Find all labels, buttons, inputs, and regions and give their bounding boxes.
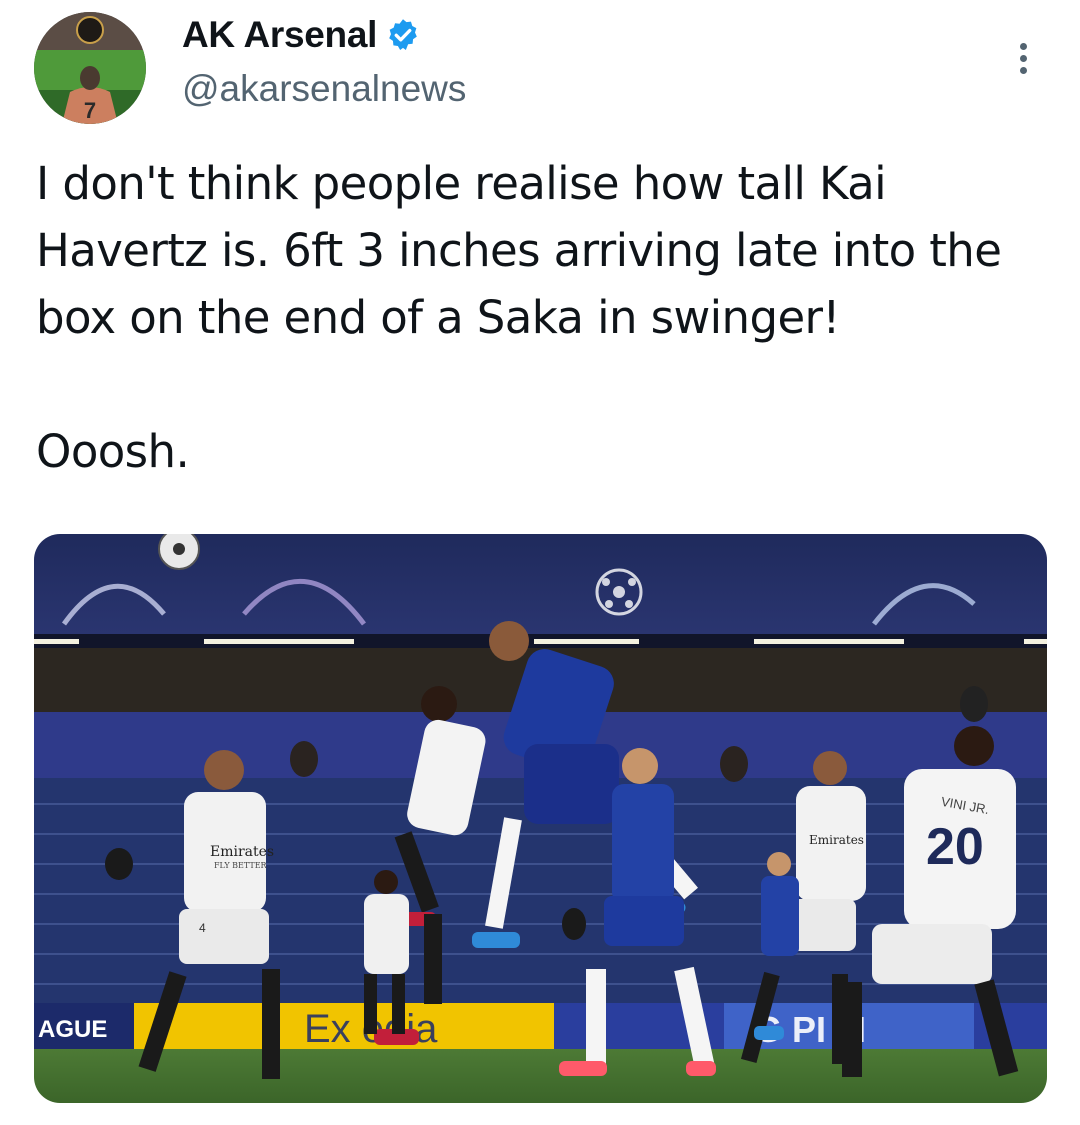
player-right-sponsor: Emirates bbox=[809, 833, 864, 847]
tweet-media-photo[interactable]: AGUE Ex edia G PI M Emirates FLY BETTER … bbox=[34, 534, 1047, 1103]
author-handle[interactable]: @akarsenalnews bbox=[182, 68, 466, 110]
player-vini-number: 20 bbox=[926, 818, 984, 876]
player-left-tagline: FLY BETTER bbox=[214, 861, 268, 870]
more-icon bbox=[1019, 42, 1027, 50]
author-avatar[interactable]: 7 bbox=[34, 12, 146, 124]
tweet-text: I don't think people realise how tall Ka… bbox=[36, 157, 1002, 478]
author-display-name[interactable]: AK Arsenal bbox=[182, 14, 377, 56]
player-left-number: 4 bbox=[199, 921, 206, 935]
more-options-button[interactable] bbox=[1008, 36, 1038, 80]
board-banner-text: AGUE bbox=[38, 1016, 107, 1043]
verified-badge-icon bbox=[385, 17, 421, 53]
author-name-row: AK Arsenal bbox=[182, 14, 421, 56]
more-icon-dot-3 bbox=[1019, 66, 1027, 74]
more-icon-dot-2 bbox=[1019, 54, 1027, 62]
player-left-sponsor: Emirates bbox=[210, 844, 274, 860]
avatar-shirt-number: 7 bbox=[84, 98, 96, 123]
